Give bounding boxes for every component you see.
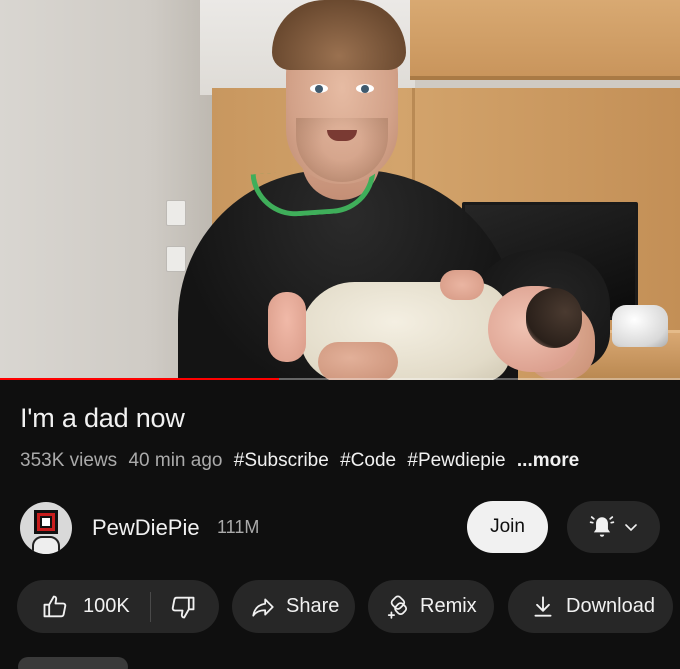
chevron-down-icon [624,524,637,532]
share-label: Share [286,595,340,617]
download-label: Download [566,595,655,617]
thumbs-up-icon[interactable] [41,593,69,621]
remix-label: Remix [420,595,477,617]
thumbs-down-icon[interactable] [169,593,197,621]
progress-fill [0,378,279,380]
more-link[interactable]: ...more [517,450,579,471]
video-title[interactable]: I'm a dad now [20,403,185,434]
download-button[interactable]: Download [508,580,673,633]
kettle [612,305,668,347]
next-section-peek [18,657,128,669]
divider [149,591,151,622]
channel-avatar[interactable] [20,502,72,554]
subscriber-count: 111M [217,517,260,537]
channel-name[interactable]: PewDiePie [92,515,200,541]
hashtag[interactable]: #Pewdiepie [407,450,505,471]
like-count[interactable]: 100K [83,595,130,618]
view-count: 353K views [20,450,118,471]
hashtag[interactable]: #Subscribe [234,450,329,471]
like-dislike-group: 100K [17,580,219,633]
person-hair [272,0,406,70]
share-button[interactable]: Share [232,580,355,633]
progress-bar[interactable] [0,378,680,380]
download-icon [534,595,552,617]
remix-button[interactable]: Remix [368,580,494,633]
remix-icon [387,594,408,619]
baby-foot [268,292,306,362]
bell-icon [589,516,614,537]
hashtag[interactable]: #Code [340,450,396,471]
join-button[interactable]: Join [467,501,548,553]
upload-age: 40 min ago [128,450,223,471]
share-icon [252,598,274,617]
video-meta[interactable]: 353K views 40 min ago #Subscribe #Code #… [20,450,585,472]
video-player[interactable] [0,0,680,380]
notification-bell-button[interactable] [567,501,660,553]
